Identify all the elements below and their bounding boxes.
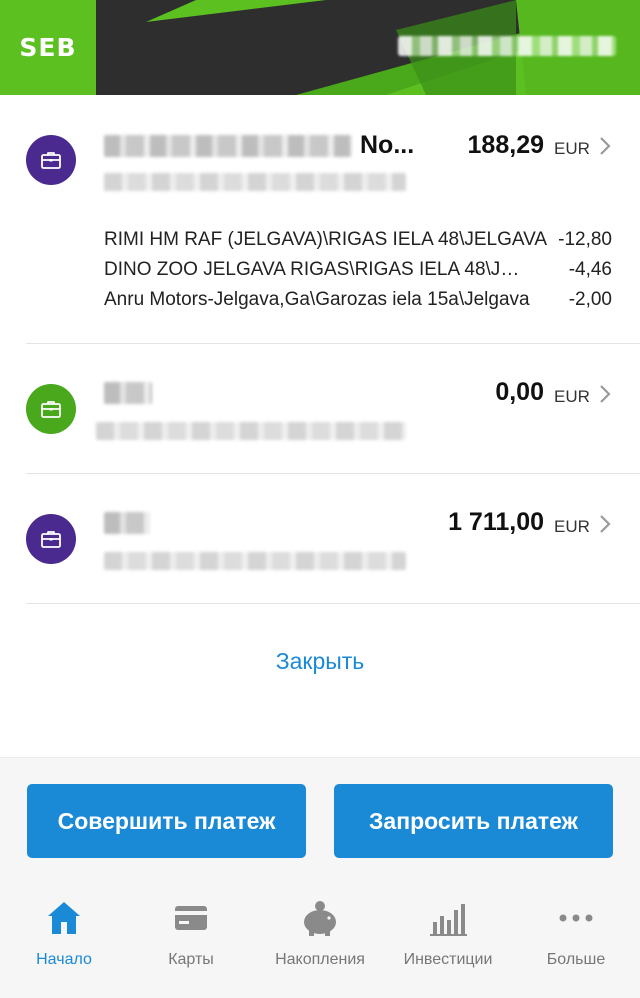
- account-currency: EUR: [554, 517, 590, 536]
- chevron-right-icon: [600, 385, 611, 403]
- make-payment-button[interactable]: Совершить платеж: [27, 784, 306, 858]
- nav-item-investments[interactable]: Инвестиции: [384, 898, 512, 978]
- chevron-right-icon: [600, 137, 611, 155]
- nav-item-savings[interactable]: Накопления: [256, 898, 384, 978]
- request-payment-button[interactable]: Запросить платеж: [334, 784, 613, 858]
- briefcase-icon: [26, 384, 76, 434]
- nav-label: Накопления: [275, 951, 365, 968]
- account-balance: 0,00: [495, 378, 544, 406]
- transaction-row: RIMI HM RAF (JELGAVA)\RIGAS IELA 48\JELG…: [104, 229, 612, 253]
- account-currency: EUR: [554, 139, 590, 158]
- close-link[interactable]: Закрыть: [0, 648, 640, 675]
- nav-item-cards[interactable]: Карты: [127, 898, 255, 978]
- account-currency: EUR: [554, 387, 590, 406]
- logo-text: SEB: [19, 33, 77, 62]
- chevron-right-icon: [600, 515, 611, 533]
- account-number-redacted: [104, 552, 406, 570]
- nav-label: Инвестиции: [403, 951, 493, 968]
- nav-item-more[interactable]: Больше: [512, 898, 640, 978]
- account-balance: 188,29: [467, 131, 544, 159]
- transaction-name: DINO ZOO JELGAVA RIGAS\RIGAS IELA 48\JEL…: [104, 259, 526, 280]
- transaction-amount: -4,46: [568, 259, 612, 280]
- account-name-redacted: [104, 382, 152, 404]
- transaction-row: Anru Motors-Jelgava,Ga\Garozas iela 15a\…: [104, 289, 612, 313]
- briefcase-icon: [26, 135, 76, 185]
- transaction-amount: -2,00: [568, 289, 612, 310]
- account-row[interactable]: 0,00 EUR: [0, 344, 640, 473]
- more-icon: [556, 898, 596, 938]
- nav-label: Начало: [36, 951, 92, 968]
- app-header: SEB: [0, 0, 640, 95]
- account-row[interactable]: No... 188,29 EUR RIMI HM RAF (JELGAVA)\R…: [0, 95, 640, 343]
- nav-label: Больше: [546, 951, 606, 968]
- account-name-suffix: No...: [360, 131, 415, 159]
- transaction-amount: -12,80: [558, 229, 612, 250]
- nav-item-home[interactable]: Начало: [0, 898, 128, 978]
- briefcase-icon: [26, 514, 76, 564]
- seb-logo[interactable]: SEB: [0, 0, 96, 95]
- transaction-name: RIMI HM RAF (JELGAVA)\RIGAS IELA 48\JELG…: [104, 229, 548, 250]
- account-number-redacted: [104, 173, 406, 191]
- card-icon: [171, 898, 211, 938]
- account-name-redacted: [104, 512, 150, 534]
- user-name-redacted: [398, 36, 616, 56]
- bar-chart-icon: [428, 898, 468, 938]
- nav-label: Карты: [168, 951, 214, 968]
- piggy-bank-icon: [300, 898, 340, 938]
- account-number-redacted: [96, 422, 406, 440]
- transaction-row: DINO ZOO JELGAVA RIGAS\RIGAS IELA 48\JEL…: [104, 259, 612, 283]
- account-name-redacted: [104, 135, 352, 157]
- account-balance: 1 711,00: [448, 508, 544, 536]
- transaction-name: Anru Motors-Jelgava,Ga\Garozas iela 15a\…: [104, 289, 530, 310]
- home-icon: [44, 898, 84, 938]
- account-row[interactable]: 1 711,00 EUR: [0, 474, 640, 603]
- divider: [26, 603, 640, 604]
